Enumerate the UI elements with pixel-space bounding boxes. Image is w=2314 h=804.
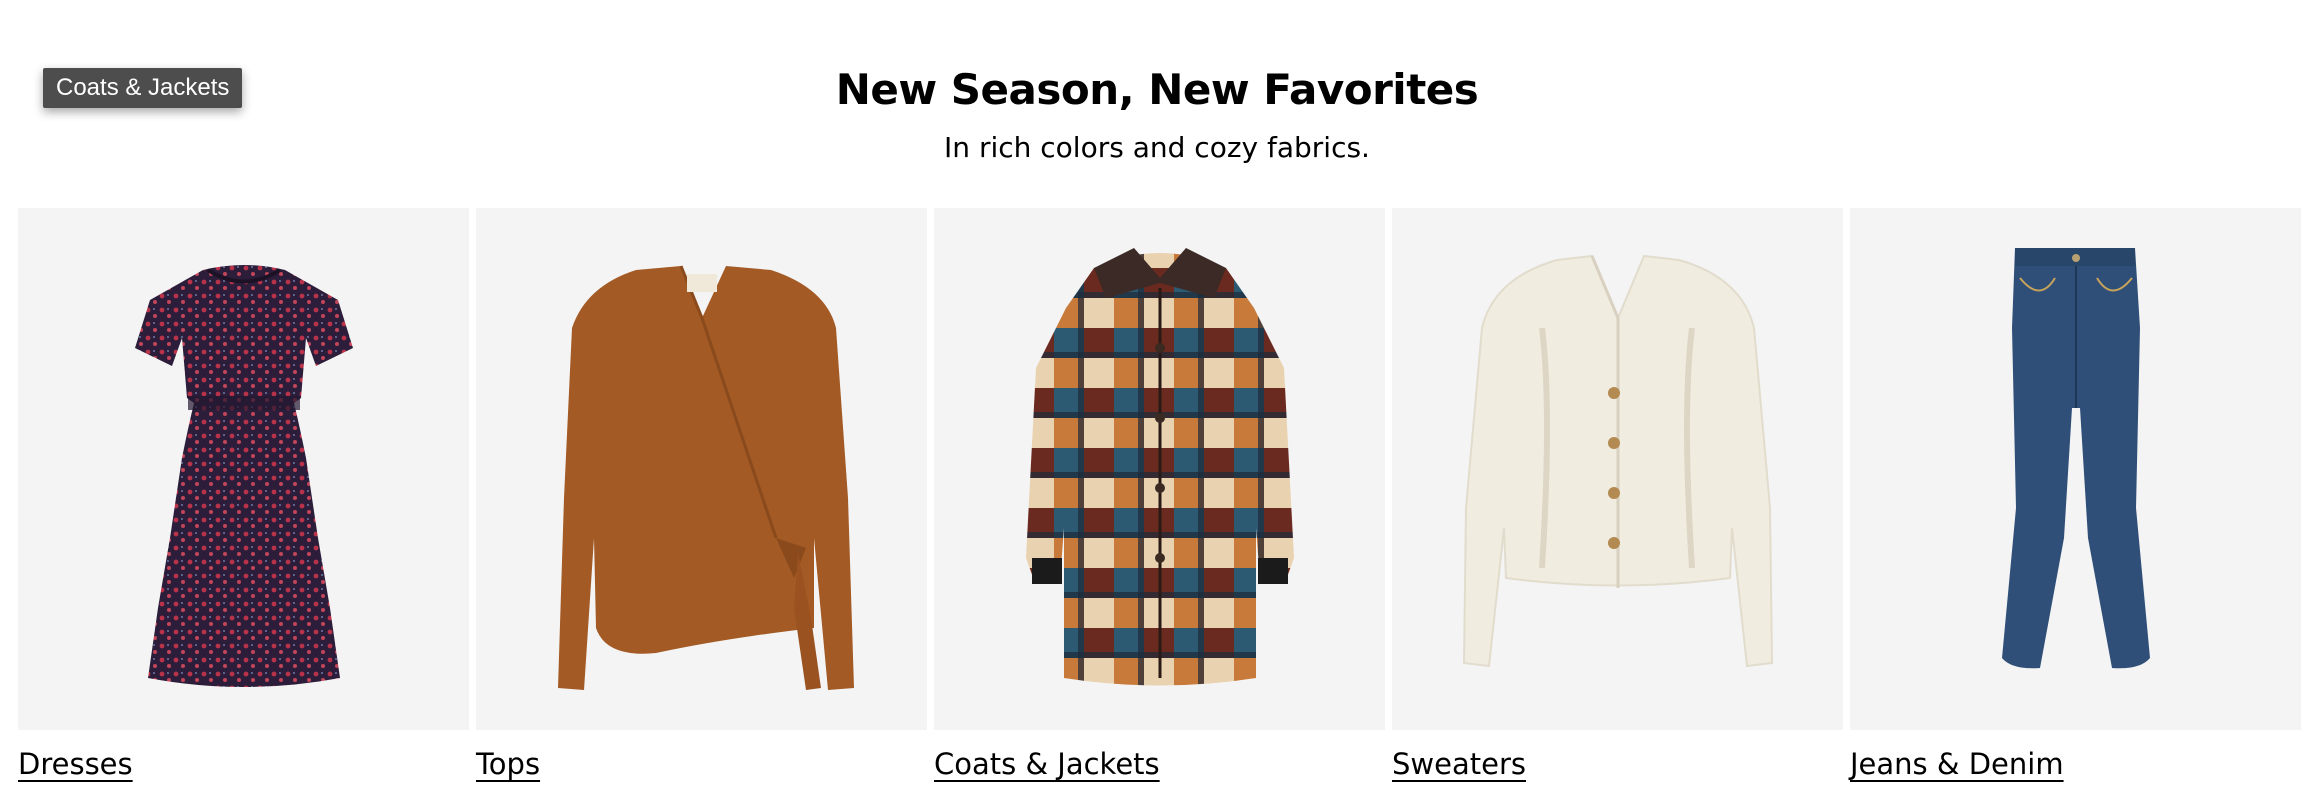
top-illustration: [558, 265, 854, 690]
flare-jeans-image[interactable]: [1850, 208, 2301, 730]
category-link-sweaters[interactable]: Sweaters: [1392, 744, 1526, 784]
category-tile-dresses[interactable]: Dresses: [18, 208, 469, 784]
section-header: New Season, New Favorites In rich colors…: [0, 62, 2314, 168]
cardigan-illustration: [1462, 254, 1774, 668]
coat-illustration: [1026, 248, 1294, 686]
jeans-illustration: [2002, 248, 2150, 669]
category-tile-coats-jackets[interactable]: Coats & Jackets: [934, 208, 1385, 784]
dress-image[interactable]: [18, 208, 469, 730]
cardigan-image[interactable]: [1392, 208, 1843, 730]
category-tile-jeans-denim[interactable]: Jeans & Denim: [1850, 208, 2301, 784]
page-subtitle: In rich colors and cozy fabrics.: [944, 131, 1370, 164]
wrap-top-image[interactable]: [476, 208, 927, 730]
category-link-jeans-denim[interactable]: Jeans & Denim: [1850, 744, 2064, 784]
category-link-dresses[interactable]: Dresses: [18, 744, 133, 784]
category-grid: Dresses Tops Coats & Jackets Sweaters Je…: [18, 208, 2301, 784]
dress-illustration: [135, 265, 353, 687]
category-tile-tops[interactable]: Tops: [476, 208, 927, 784]
plaid-coat-image[interactable]: [934, 208, 1385, 730]
category-link-coats-jackets[interactable]: Coats & Jackets: [934, 744, 1160, 784]
category-tile-sweaters[interactable]: Sweaters: [1392, 208, 1843, 784]
page-title: New Season, New Favorites: [835, 65, 1479, 114]
category-link-tops[interactable]: Tops: [476, 744, 540, 784]
